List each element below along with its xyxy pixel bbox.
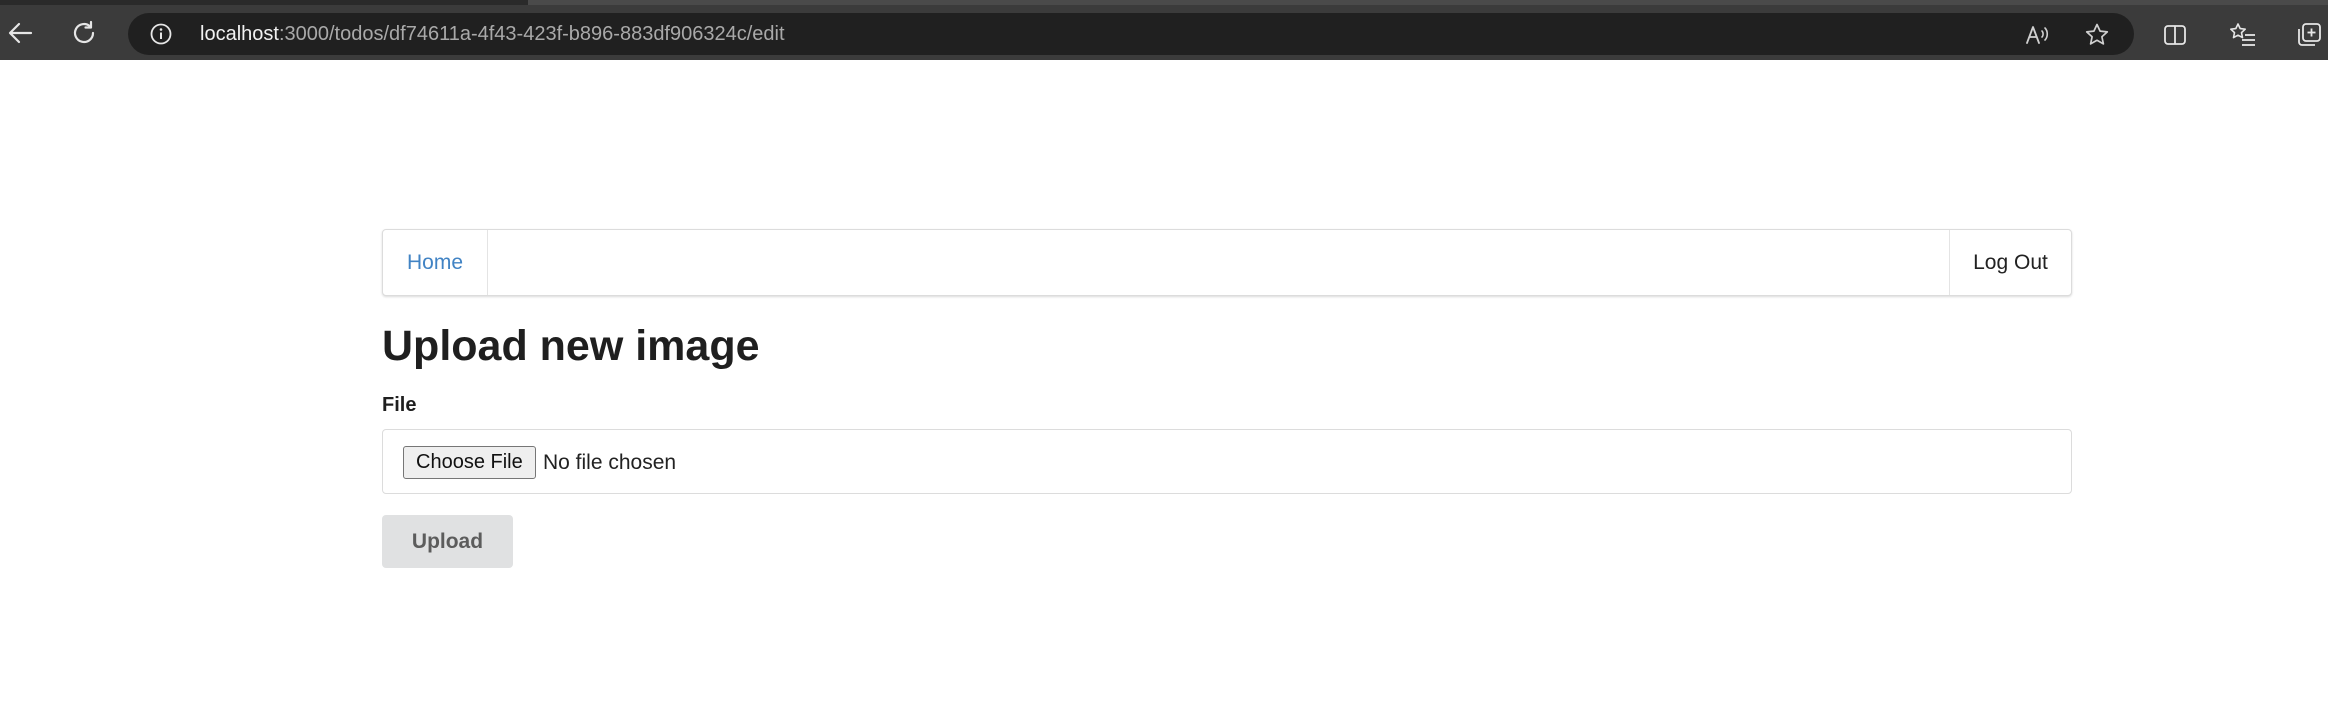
logout-link[interactable]: Log Out bbox=[1949, 230, 2071, 295]
collections-icon[interactable] bbox=[2294, 20, 2324, 50]
file-status-text: No file chosen bbox=[543, 451, 677, 474]
url-host: localhost bbox=[200, 23, 279, 45]
upload-button[interactable]: Upload bbox=[382, 515, 513, 568]
read-aloud-icon[interactable] bbox=[2024, 22, 2050, 48]
back-arrow-icon[interactable] bbox=[2, 15, 38, 51]
reload-icon[interactable] bbox=[66, 15, 102, 51]
file-field-label: File bbox=[382, 394, 417, 416]
favorites-list-icon[interactable] bbox=[2228, 20, 2258, 50]
star-icon[interactable] bbox=[2084, 22, 2110, 48]
choose-file-button[interactable]: Choose File bbox=[403, 446, 536, 479]
top-menu: Home Log Out bbox=[382, 229, 2072, 296]
tab-strip bbox=[528, 0, 2328, 5]
info-icon[interactable] bbox=[150, 23, 172, 45]
file-input-field[interactable]: Choose File No file chosen bbox=[382, 429, 2072, 494]
split-screen-icon[interactable] bbox=[2160, 20, 2190, 50]
url-text[interactable]: localhost:3000/todos/df74611a-4f43-423f-… bbox=[200, 13, 785, 55]
address-bar[interactable]: localhost:3000/todos/df74611a-4f43-423f-… bbox=[128, 13, 2134, 55]
home-link[interactable]: Home bbox=[383, 230, 488, 295]
browser-toolbar: localhost:3000/todos/df74611a-4f43-423f-… bbox=[0, 0, 2328, 60]
page-title: Upload new image bbox=[382, 322, 760, 370]
url-path: :3000/todos/df74611a-4f43-423f-b896-883d… bbox=[278, 23, 785, 45]
